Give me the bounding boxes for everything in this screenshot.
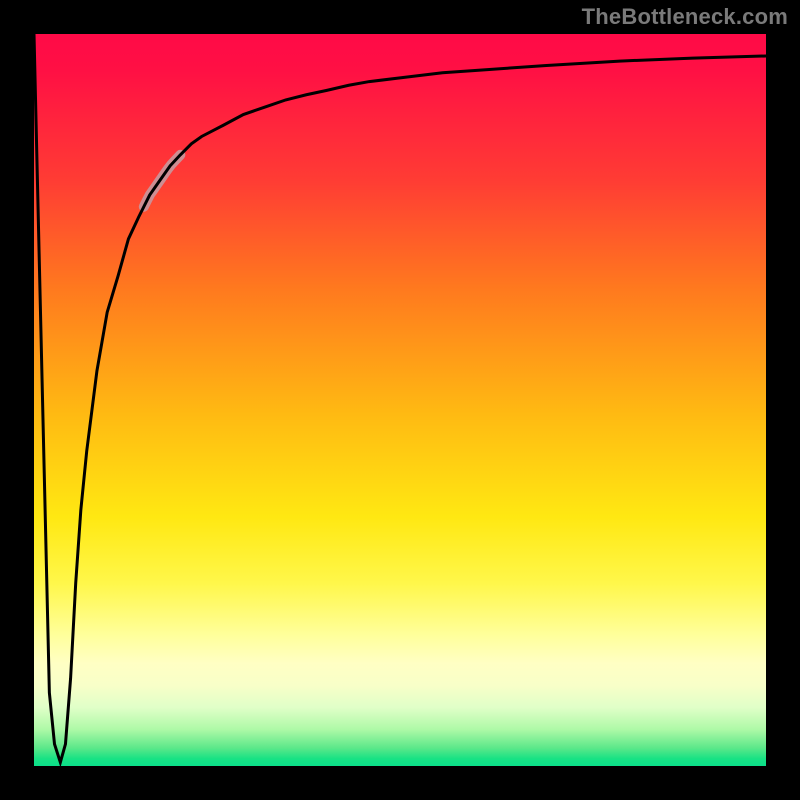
bottleneck-curve bbox=[34, 34, 766, 762]
plot-area bbox=[34, 34, 766, 766]
watermark-text: TheBottleneck.com bbox=[582, 4, 788, 30]
chart-frame: TheBottleneck.com bbox=[0, 0, 800, 800]
curve-layer bbox=[34, 34, 766, 766]
